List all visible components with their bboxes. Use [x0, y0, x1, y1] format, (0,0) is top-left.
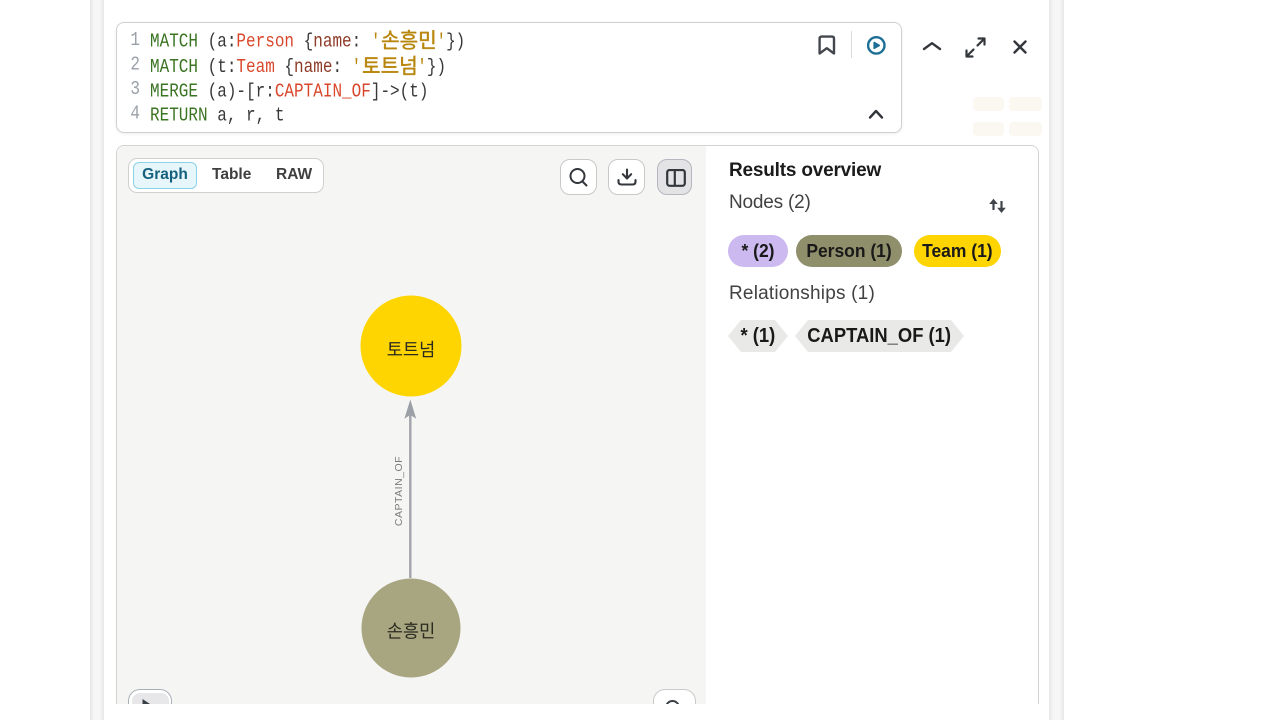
svg-text:CAPTAIN_OF: CAPTAIN_OF: [393, 456, 405, 526]
